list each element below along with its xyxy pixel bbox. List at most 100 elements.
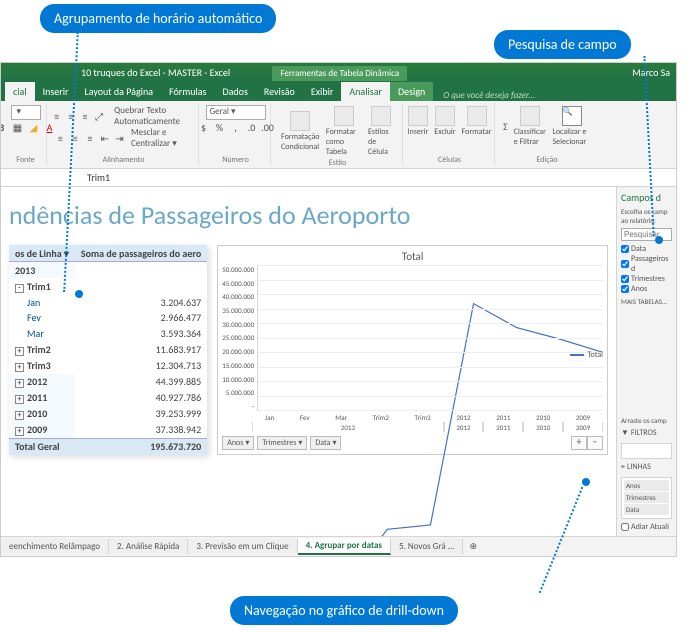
sort-btn[interactable]: Classificar e Filtrar <box>512 105 549 148</box>
pivot-total-val: 195.673.720 <box>75 438 207 455</box>
formula-bar: Trim1 <box>1 169 676 187</box>
currency-icon[interactable]: $ <box>197 120 211 134</box>
filter-anos[interactable]: Anos ▾ <box>222 436 254 450</box>
pivot-row-label[interactable]: Jan <box>9 294 75 310</box>
zone-field[interactable]: Anos <box>624 480 669 491</box>
sheettab-4[interactable]: 4. Agrupar por datas <box>298 538 391 555</box>
tab-home[interactable]: cial <box>5 82 35 101</box>
field-item[interactable]: Anos <box>621 284 672 294</box>
field-search-input[interactable] <box>621 228 672 241</box>
expand-icon[interactable]: - <box>15 284 24 293</box>
delete-btn[interactable]: Excluir <box>432 105 457 138</box>
fillcolor-icon[interactable]: ◢ <box>27 120 41 134</box>
autosum-icon[interactable]: Σ <box>501 120 510 134</box>
field-check[interactable] <box>621 245 629 253</box>
sheettab-3[interactable]: 3. Previsão em um Clique <box>188 539 297 554</box>
comma-icon[interactable]: , <box>229 120 243 134</box>
percent-icon[interactable]: % <box>213 120 227 134</box>
pivot-row-label[interactable]: +2009 <box>9 422 75 439</box>
pivot-table[interactable]: os de Linha ▾ Soma de passageiros do aer… <box>9 245 207 455</box>
field-label: Passageiros d <box>631 254 672 274</box>
expand-icon[interactable]: + <box>15 363 24 372</box>
field-item[interactable]: Passageiros d <box>621 254 672 274</box>
zone-linhas[interactable]: AnosTrimestresData <box>621 477 672 519</box>
expand-icon[interactable]: + <box>15 379 24 388</box>
ribbon-tabs: cial Inserir Layout da Página Fórmulas D… <box>1 81 676 101</box>
orientation-icon[interactable]: ⤢ <box>94 109 104 123</box>
wraptext-btn[interactable]: Quebrar Texto Automaticamente <box>114 105 195 127</box>
expand-icon[interactable]: + <box>15 347 24 356</box>
sheettab-2[interactable]: 2. Análise Rápida <box>109 539 188 554</box>
cellstyle-btn[interactable]: Estilos de Célula <box>366 105 396 158</box>
sheet-tabs: eenchimento Relâmpago 2. Análise Rápida … <box>1 536 676 556</box>
field-pane-title: Campos d <box>621 191 672 204</box>
numfmt-combo[interactable]: Geral ▾ <box>206 105 266 120</box>
sheettab-1[interactable]: eenchimento Relâmpago <box>1 539 109 554</box>
tab-revisao[interactable]: Revisão <box>256 82 303 101</box>
insert-btn[interactable]: Inserir <box>406 105 431 138</box>
pivot-row-label[interactable]: +2010 <box>9 406 75 422</box>
indent-dec-icon[interactable]: ⇤ <box>99 131 110 145</box>
field-check[interactable] <box>621 275 629 283</box>
group-numero: Número <box>222 155 249 166</box>
group-celulas: Células <box>438 155 461 166</box>
pivot-row-label[interactable]: +Trim3 <box>9 358 75 374</box>
defer-check[interactable] <box>621 523 629 531</box>
tab-analisar[interactable]: Analisar <box>341 82 390 101</box>
condformat-btn[interactable]: Formatação Condicional <box>279 110 322 153</box>
tab-dados[interactable]: Dados <box>214 82 255 101</box>
fields-more-tables[interactable]: MAIS TABELAS... <box>621 297 672 306</box>
pivot-row-value: 3.204.637 <box>75 294 207 310</box>
tab-layout[interactable]: Layout da Página <box>77 82 161 101</box>
zone-filtros-label: ▼ FILTROS <box>621 428 672 438</box>
pivot-row-label[interactable]: +2011 <box>9 390 75 406</box>
tab-formulas[interactable]: Fórmulas <box>161 82 214 101</box>
expand-icon[interactable]: + <box>15 427 24 436</box>
align-right-icon[interactable]: ≡ <box>85 131 96 145</box>
zone-filtros[interactable] <box>621 443 672 459</box>
group-alinhamento: Alinhamento <box>103 155 145 166</box>
align-bot-icon[interactable]: ≡ <box>80 109 90 123</box>
bold-icon[interactable]: B <box>0 120 9 134</box>
pivot-row-label[interactable]: +2012 <box>9 374 75 390</box>
titlebar: 10 truques do Excel - MASTER - Excel Fer… <box>1 63 676 81</box>
format-btn[interactable]: Formatar <box>460 105 494 138</box>
expand-icon[interactable]: + <box>15 395 24 404</box>
legend-swatch <box>570 354 584 356</box>
pivot-row-label[interactable]: Mar <box>9 326 75 342</box>
excel-screenshot: 10 truques do Excel - MASTER - Excel Fer… <box>0 62 677 557</box>
tab-exibir[interactable]: Exibir <box>303 82 342 101</box>
find-btn[interactable]: 🔍Localizar e Selecionar <box>550 105 593 148</box>
align-top-icon[interactable]: ≡ <box>52 109 62 123</box>
zone-field[interactable]: Trimestres <box>624 492 669 503</box>
group-edicao: Edição <box>536 155 557 166</box>
sheettab-new[interactable]: ⊕ <box>463 539 483 554</box>
field-check[interactable] <box>621 285 629 293</box>
indent-inc-icon[interactable]: ⇥ <box>114 131 125 145</box>
pivot-row-label[interactable]: +Trim2 <box>9 342 75 358</box>
tellme[interactable]: O que você deseja fazer... <box>433 90 670 101</box>
tab-design[interactable]: Design <box>390 82 433 101</box>
font-size-combo[interactable]: ▾ <box>11 105 41 120</box>
align-left-icon[interactable]: ≡ <box>55 131 66 145</box>
sort-icon <box>520 106 540 126</box>
format-icon <box>467 106 487 126</box>
pivot-chart[interactable]: Total 50.000.00045.000.00040.000.00035.0… <box>217 245 608 455</box>
inc-dec-icon[interactable]: .0 <box>245 120 259 134</box>
border-icon[interactable]: ▦ <box>11 120 25 134</box>
tab-inserir[interactable]: Inserir <box>35 82 77 101</box>
chart-line-svg <box>258 265 603 536</box>
field-check[interactable] <box>621 260 629 268</box>
expand-icon[interactable]: + <box>15 411 24 420</box>
pivot-row-value: 40.927.786 <box>75 390 207 406</box>
field-item[interactable]: Trimestres <box>621 274 672 284</box>
merge-btn[interactable]: Mesclar e Centralizar ▾ <box>131 127 192 149</box>
fx-content[interactable]: Trim1 <box>81 171 116 184</box>
zone-field[interactable]: Data <box>624 504 669 515</box>
field-label: Data <box>631 244 646 254</box>
sheettab-5[interactable]: 5. Novos Grá ... <box>391 539 463 554</box>
report-title: ndências de Passageiros do Aeroporto <box>9 199 608 231</box>
field-item[interactable]: Data <box>621 244 672 254</box>
pivot-row-label[interactable]: Fev <box>9 310 75 326</box>
tablestyle-btn[interactable]: Formatar como Tabela <box>324 105 364 158</box>
